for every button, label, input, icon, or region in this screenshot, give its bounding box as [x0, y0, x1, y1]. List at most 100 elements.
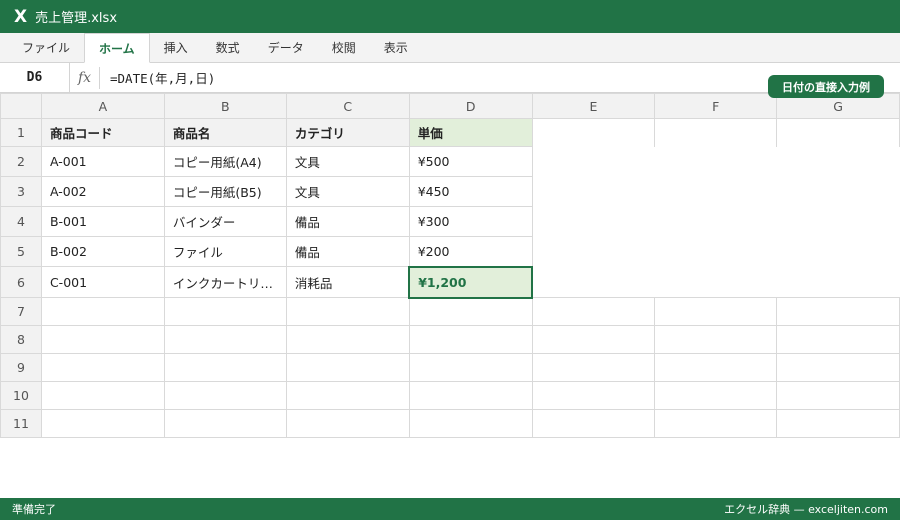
cell-g2[interactable] [777, 147, 900, 177]
cell-g9[interactable] [776, 353, 900, 382]
cell-f11[interactable] [654, 409, 778, 438]
column-header-b[interactable]: B [163, 93, 287, 119]
tab-view[interactable]: 表示 [370, 33, 422, 62]
cell-e9[interactable] [531, 353, 656, 382]
column-header-c[interactable]: C [285, 93, 410, 119]
cell-f2[interactable] [655, 147, 777, 177]
cell-b7[interactable] [163, 297, 287, 326]
cell-b1[interactable]: 商品名 [163, 118, 287, 147]
cell-f4[interactable] [655, 207, 777, 237]
cell-a9[interactable] [40, 353, 165, 382]
cell-e10[interactable] [531, 381, 656, 410]
cell-b5[interactable]: ファイル [163, 236, 287, 267]
cell-d4[interactable]: ¥300 [408, 206, 533, 237]
cell-a7[interactable] [40, 297, 165, 326]
cell-g11[interactable] [776, 409, 900, 438]
cell-a6[interactable]: C-001 [40, 266, 165, 298]
cell-g3[interactable] [777, 177, 900, 207]
cell-d9[interactable] [408, 353, 533, 382]
cell-a4[interactable]: B-001 [40, 206, 165, 237]
cell-d8[interactable] [408, 325, 533, 354]
column-header-a[interactable]: A [40, 93, 165, 119]
cell-d3[interactable]: ¥450 [408, 176, 533, 207]
cell-f6[interactable] [655, 267, 777, 298]
cell-c8[interactable] [285, 325, 410, 354]
row-header-7[interactable]: 7 [0, 297, 42, 326]
cell-e4[interactable] [531, 206, 655, 237]
fx-icon[interactable]: fx [70, 66, 100, 89]
row-header-5[interactable]: 5 [0, 236, 42, 267]
select-all-corner[interactable] [0, 93, 42, 119]
cell-g1[interactable] [776, 118, 900, 147]
cell-c10[interactable] [285, 381, 410, 410]
cell-a11[interactable] [40, 409, 165, 438]
cell-g4[interactable] [777, 207, 900, 237]
tab-formulas[interactable]: 数式 [202, 33, 254, 62]
cell-e5[interactable] [531, 236, 655, 267]
cell-b2[interactable]: コピー用紙(A4) [163, 146, 287, 177]
row-header-11[interactable]: 11 [0, 409, 42, 438]
cell-e7[interactable] [531, 297, 656, 326]
cell-g6[interactable] [777, 267, 900, 298]
cell-e2[interactable] [531, 146, 655, 177]
cell-f8[interactable] [654, 325, 778, 354]
cell-a10[interactable] [40, 381, 165, 410]
column-header-e[interactable]: E [531, 93, 656, 119]
row-header-8[interactable]: 8 [0, 325, 42, 354]
cell-c11[interactable] [285, 409, 410, 438]
cell-c4[interactable]: 備品 [285, 206, 410, 237]
cell-c3[interactable]: 文具 [285, 176, 410, 207]
column-header-f[interactable]: F [654, 93, 778, 119]
tab-review[interactable]: 校閲 [318, 33, 370, 62]
cell-a5[interactable]: B-002 [40, 236, 165, 267]
cell-d1[interactable]: 単価 [408, 118, 533, 147]
cell-f9[interactable] [654, 353, 778, 382]
cell-d10[interactable] [408, 381, 533, 410]
cell-b10[interactable] [163, 381, 287, 410]
cell-b8[interactable] [163, 325, 287, 354]
cell-a8[interactable] [40, 325, 165, 354]
cell-f5[interactable] [655, 237, 777, 267]
cell-b6[interactable]: インクカートリ… [163, 266, 287, 298]
tab-data[interactable]: データ [254, 33, 318, 62]
cell-a3[interactable]: A-002 [40, 176, 165, 207]
name-box[interactable]: D6 [0, 62, 70, 93]
cell-g10[interactable] [776, 381, 900, 410]
cell-f7[interactable] [654, 297, 778, 326]
cell-b4[interactable]: バインダー [163, 206, 287, 237]
cell-g5[interactable] [777, 237, 900, 267]
cell-c5[interactable]: 備品 [285, 236, 410, 267]
column-header-d[interactable]: D [408, 93, 533, 119]
row-header-2[interactable]: 2 [0, 146, 42, 177]
row-header-6[interactable]: 6 [0, 266, 42, 298]
formula-input[interactable]: =DATE(年,月,日) [100, 68, 215, 87]
cell-d7[interactable] [408, 297, 533, 326]
cell-d11[interactable] [408, 409, 533, 438]
cell-c2[interactable]: 文具 [285, 146, 410, 177]
cell-f1[interactable] [654, 118, 778, 147]
cell-g8[interactable] [776, 325, 900, 354]
cell-e11[interactable] [531, 409, 656, 438]
row-header-1[interactable]: 1 [0, 118, 42, 147]
cell-g7[interactable] [776, 297, 900, 326]
tab-file[interactable]: ファイル [8, 33, 84, 62]
cell-a1[interactable]: 商品コード [40, 118, 165, 147]
cell-d5[interactable]: ¥200 [408, 236, 533, 267]
cell-b9[interactable] [163, 353, 287, 382]
row-header-10[interactable]: 10 [0, 381, 42, 410]
cell-e6[interactable] [531, 266, 655, 298]
cell-f3[interactable] [655, 177, 777, 207]
row-header-9[interactable]: 9 [0, 353, 42, 382]
cell-d6[interactable]: ¥1,200 [408, 265, 534, 299]
cell-c7[interactable] [285, 297, 410, 326]
tab-home[interactable]: ホーム [84, 33, 150, 63]
row-header-4[interactable]: 4 [0, 206, 42, 237]
cell-c1[interactable]: カテゴリ [285, 118, 410, 147]
cell-e3[interactable] [531, 176, 655, 207]
cell-a2[interactable]: A-001 [40, 146, 165, 177]
cell-c6[interactable]: 消耗品 [285, 266, 410, 298]
cell-e8[interactable] [531, 325, 656, 354]
cell-b11[interactable] [163, 409, 287, 438]
cell-e1[interactable] [531, 118, 656, 147]
tab-insert[interactable]: 挿入 [150, 33, 202, 62]
